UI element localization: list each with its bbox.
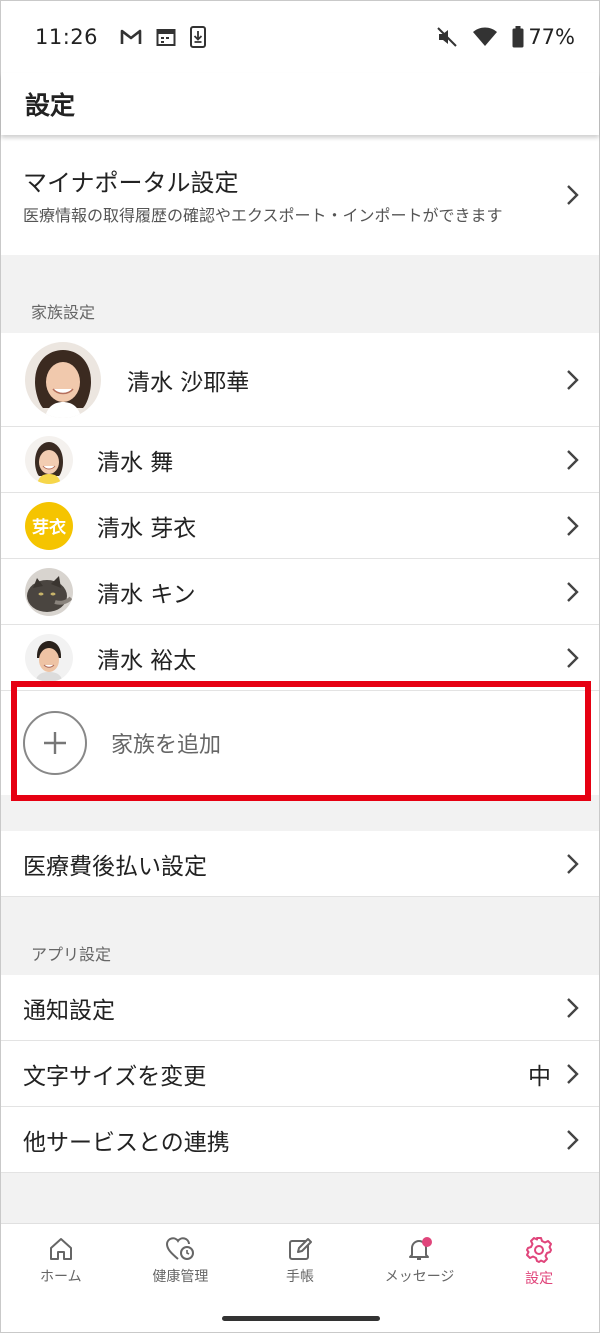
- chevron-right-icon: [567, 581, 579, 602]
- calendar-icon: [156, 27, 176, 47]
- font-size-settings-row[interactable]: 文字サイズを変更 中: [1, 1041, 599, 1107]
- wifi-icon: [472, 27, 498, 47]
- medical-payment-label: 医療費後払い設定: [23, 853, 207, 880]
- myna-portal-settings-row[interactable]: マイナポータル設定 医療情報の取得履歴の確認やエクスポート・インポートができます: [1, 135, 599, 255]
- nav-settings-label: 設定: [525, 1271, 554, 1287]
- chevron-right-icon: [567, 853, 579, 874]
- settings-content: マイナポータル設定 医療情報の取得履歴の確認やエクスポート・インポートができます…: [1, 135, 599, 1173]
- nav-notebook-label: 手帳: [285, 1269, 314, 1285]
- avatar: [25, 435, 73, 484]
- chevron-right-icon: [567, 185, 579, 205]
- notification-settings-label: 通知設定: [23, 997, 115, 1024]
- nav-settings[interactable]: 設定: [479, 1236, 599, 1294]
- service-linkage-label: 他サービスとの連携: [23, 1129, 230, 1156]
- download-icon: [190, 26, 207, 48]
- avatar: [25, 633, 73, 682]
- myna-portal-title: マイナポータル設定: [23, 169, 239, 197]
- avatar-initials: 芽衣: [25, 501, 73, 550]
- chevron-right-icon: [567, 449, 579, 470]
- family-member-name: 清水 裕太: [97, 647, 197, 674]
- battery-icon: [512, 26, 524, 48]
- chevron-right-icon: [567, 647, 579, 668]
- family-member-row[interactable]: 清水 キン: [1, 559, 599, 625]
- gear-icon: [526, 1237, 553, 1263]
- app-header: 設定: [1, 73, 599, 135]
- medical-payment-settings-row[interactable]: 医療費後払い設定: [1, 831, 599, 897]
- nav-health-label: 健康管理: [152, 1269, 209, 1285]
- service-linkage-row[interactable]: 他サービスとの連携: [1, 1107, 599, 1173]
- battery-percent: 77%: [528, 25, 575, 49]
- notification-settings-row[interactable]: 通知設定: [1, 975, 599, 1041]
- font-size-settings-label: 文字サイズを変更: [23, 1063, 207, 1090]
- plus-icon: [23, 711, 87, 775]
- nav-messages[interactable]: メッセージ: [360, 1236, 480, 1294]
- bell-icon: [408, 1237, 432, 1260]
- avatar-initials-text: 芽衣: [32, 518, 66, 538]
- page-title: 設定: [25, 91, 76, 120]
- avatar: [25, 341, 101, 418]
- status-time: 11:26: [35, 25, 99, 49]
- chevron-right-icon: [567, 1063, 579, 1084]
- app-settings-section-label: アプリ設定: [31, 945, 112, 964]
- family-member-name: 清水 キン: [97, 581, 196, 608]
- chevron-right-icon: [567, 997, 579, 1018]
- status-bar: 11:26 77%: [1, 1, 599, 73]
- myna-portal-subtitle: 医療情報の取得履歴の確認やエクスポート・インポートができます: [23, 206, 503, 225]
- add-family-button[interactable]: 家族を追加: [1, 691, 599, 795]
- family-member-name: 清水 舞: [97, 449, 174, 476]
- mute-icon: [436, 26, 458, 48]
- notebook-icon: [288, 1238, 312, 1260]
- home-indicator: [222, 1316, 380, 1321]
- bottom-nav: ホーム 健康管理 手帳 メッセージ 設定: [1, 1223, 599, 1332]
- nav-health[interactable]: 健康管理: [121, 1236, 241, 1294]
- family-section-label: 家族設定: [31, 303, 96, 322]
- nav-messages-label: メッセージ: [384, 1269, 455, 1285]
- chevron-right-icon: [567, 515, 579, 536]
- family-member-name: 清水 沙耶華: [127, 369, 250, 396]
- health-icon: [166, 1237, 195, 1260]
- family-member-row[interactable]: 清水 裕太: [1, 625, 599, 691]
- chevron-right-icon: [567, 369, 579, 390]
- nav-home-label: ホーム: [40, 1269, 82, 1285]
- nav-notebook[interactable]: 手帳: [240, 1236, 360, 1294]
- family-member-row[interactable]: 清水 沙耶華: [1, 333, 599, 427]
- home-icon: [49, 1238, 72, 1260]
- chevron-right-icon: [567, 1129, 579, 1150]
- family-member-name: 清水 芽衣: [97, 515, 197, 542]
- gmail-icon: [120, 28, 142, 46]
- font-size-value: 中: [528, 1063, 551, 1090]
- family-member-row[interactable]: 清水 舞: [1, 427, 599, 493]
- nav-home[interactable]: ホーム: [1, 1236, 121, 1294]
- add-family-label: 家族を追加: [111, 733, 222, 758]
- avatar: [25, 567, 73, 616]
- family-member-row[interactable]: 芽衣 清水 芽衣: [1, 493, 599, 559]
